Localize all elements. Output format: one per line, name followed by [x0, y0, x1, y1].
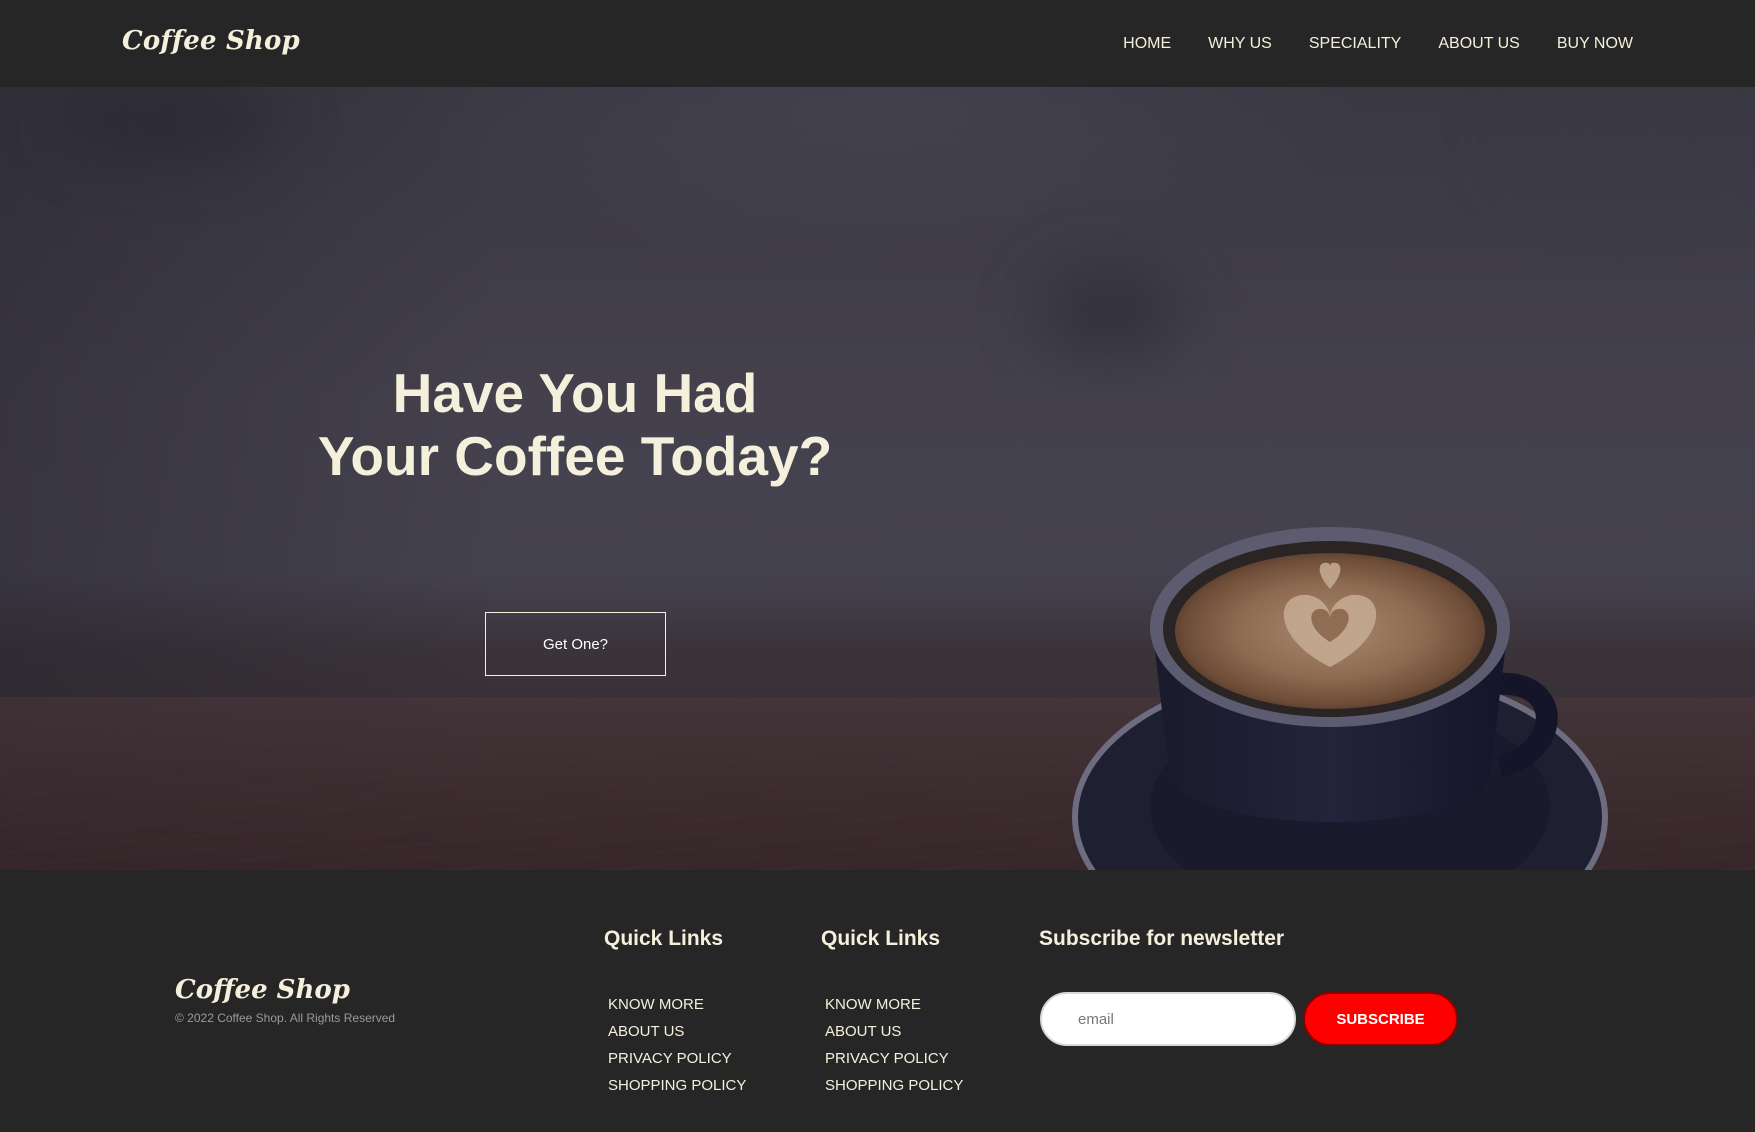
footer-link-about-us[interactable]: ABOUT US	[608, 1023, 684, 1040]
list-item: ABOUT US	[608, 1023, 746, 1050]
background-bokeh	[1040, 267, 1180, 357]
nav-link-buy-now[interactable]: BUY NOW	[1557, 35, 1633, 53]
nav-link-speciality[interactable]: SPECIALITY	[1309, 35, 1401, 53]
quick-links-heading-2: Quick Links	[821, 927, 941, 950]
list-item: ABOUT US	[825, 1023, 963, 1050]
list-item: SHOPPING POLICY	[608, 1077, 746, 1104]
nav-link-home[interactable]: HOME	[1123, 35, 1171, 53]
footer-link-privacy-policy[interactable]: PRIVACY POLICY	[608, 1050, 732, 1067]
list-item: KNOW MORE	[608, 996, 746, 1023]
footer-brand-logo[interactable]: Coffee Shop	[175, 975, 350, 1005]
nav-link-why-us[interactable]: WHY US	[1208, 35, 1272, 53]
footer: Coffee Shop © 2022 Coffee Shop. All Righ…	[0, 870, 1755, 1132]
list-item: PRIVACY POLICY	[608, 1050, 746, 1077]
subscribe-button[interactable]: SUBSCRIBE	[1303, 992, 1458, 1046]
background-bokeh	[60, 87, 280, 157]
quick-links-heading-1: Quick Links	[604, 927, 724, 950]
email-input[interactable]	[1040, 992, 1296, 1046]
footer-link-about-us[interactable]: ABOUT US	[825, 1023, 901, 1040]
hero-heading-line-2: Your Coffee Today?	[317, 425, 833, 487]
coffee-cup-image	[1072, 527, 1608, 870]
footer-link-privacy-policy[interactable]: PRIVACY POLICY	[825, 1050, 949, 1067]
list-item: SHOPPING POLICY	[825, 1077, 963, 1104]
footer-link-shopping-policy[interactable]: SHOPPING POLICY	[608, 1077, 746, 1094]
nav-link-about-us[interactable]: ABOUT US	[1438, 35, 1520, 53]
main-nav: HOME WHY US SPECIALITY ABOUT US BUY NOW	[1086, 35, 1633, 53]
hero-heading: Have You Had Your Coffee Today?	[275, 362, 875, 488]
footer-link-know-more[interactable]: KNOW MORE	[825, 996, 921, 1013]
hero-section: Have You Had Your Coffee Today? Get One?	[0, 87, 1755, 870]
list-item: KNOW MORE	[825, 996, 963, 1023]
list-item: PRIVACY POLICY	[825, 1050, 963, 1077]
background-bokeh	[1500, 107, 1740, 197]
hero-heading-line-1: Have You Had	[392, 362, 758, 424]
quick-links-list-1: KNOW MORE ABOUT US PRIVACY POLICY SHOPPI…	[608, 996, 746, 1104]
footer-link-know-more[interactable]: KNOW MORE	[608, 996, 704, 1013]
copyright-text: © 2022 Coffee Shop. All Rights Reserved	[175, 1011, 396, 1025]
newsletter-heading: Subscribe for newsletter	[1039, 927, 1285, 950]
footer-link-shopping-policy[interactable]: SHOPPING POLICY	[825, 1077, 963, 1094]
get-one-button[interactable]: Get One?	[485, 612, 666, 676]
navbar: Coffee Shop HOME WHY US SPECIALITY ABOUT…	[0, 0, 1755, 87]
quick-links-list-2: KNOW MORE ABOUT US PRIVACY POLICY SHOPPI…	[825, 996, 963, 1104]
brand-logo[interactable]: Coffee Shop	[122, 26, 300, 56]
